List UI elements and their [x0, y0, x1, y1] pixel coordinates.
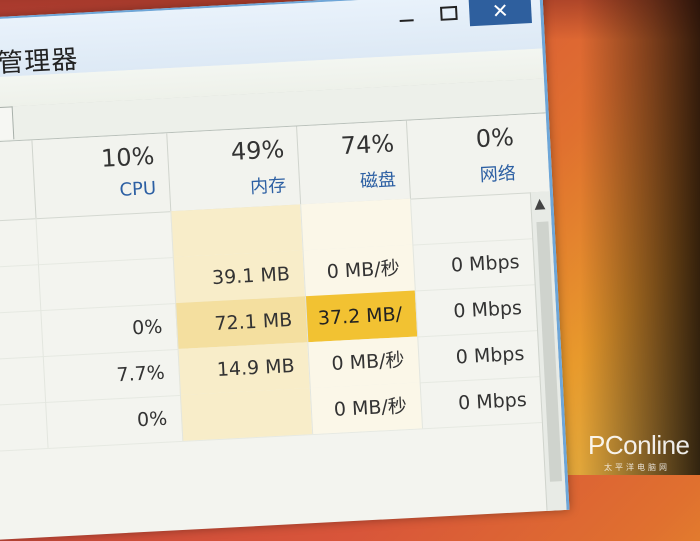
cpu-cell: 0%: [40, 303, 178, 357]
column-header-network[interactable]: 0% 网络: [405, 114, 531, 199]
memory-cell: [179, 388, 313, 441]
memory-cell: 39.1 MB: [172, 250, 305, 304]
watermark-subtitle: 太平洋电脑网: [604, 463, 670, 472]
network-label: 网络: [479, 163, 517, 186]
column-header-disk[interactable]: 74% 磁盘: [296, 120, 411, 205]
task-manager-window: 管理器 ✕ 10% CPU 49% 内存 74% 磁盘 0% 网络 39.1 M…: [0, 0, 570, 541]
network-percent: 0%: [475, 123, 515, 154]
disk-cell: 0 MB/秒: [309, 382, 423, 435]
watermark-logo: PConline: [588, 430, 690, 460]
minimize-icon: [399, 19, 414, 22]
memory-cell: [170, 204, 303, 258]
memory-cell: 72.1 MB: [175, 296, 308, 350]
memory-label: 内存: [249, 175, 287, 198]
disk-cell: 0 MB/秒: [307, 336, 420, 389]
cpu-label: CPU: [119, 177, 157, 201]
network-cell: 0 Mbps: [417, 330, 540, 383]
maximize-button[interactable]: [427, 0, 470, 28]
network-cell: [409, 192, 533, 245]
process-table: 39.1 MB 0 MB/秒 0 Mbps 0% 72.1 MB 37.2 MB…: [0, 192, 547, 541]
memory-percent: 49%: [230, 135, 285, 166]
column-header-cpu[interactable]: 10% CPU: [31, 133, 172, 219]
minimize-button[interactable]: [385, 1, 428, 31]
maximize-icon: [439, 5, 458, 21]
close-icon: ✕: [491, 0, 510, 24]
network-cell: 0 Mbps: [419, 376, 542, 429]
close-button[interactable]: ✕: [468, 0, 532, 27]
cpu-cell: [37, 257, 176, 311]
cpu-cell: 0%: [45, 394, 183, 448]
disk-percent: 74%: [340, 129, 395, 161]
tab-processes[interactable]: [0, 106, 15, 143]
column-header-memory[interactable]: 49% 内存: [166, 126, 302, 212]
disk-cell: 37.2 MB/秒: [304, 290, 418, 372]
network-cell: 0 Mbps: [412, 238, 535, 291]
memory-cell: 14.9 MB: [177, 342, 310, 395]
cpu-percent: 10%: [100, 141, 156, 173]
disk-cell: [300, 198, 413, 251]
cpu-cell: [35, 211, 173, 265]
disk-label: 磁盘: [359, 169, 397, 193]
chevron-up-icon[interactable]: ▲: [534, 196, 546, 213]
monitor-bezel-right: [580, 0, 700, 475]
network-cell: 0 Mbps: [414, 284, 538, 337]
disk-cell: 0 MB/秒: [302, 244, 415, 297]
cpu-cell: 7.7%: [42, 349, 180, 403]
